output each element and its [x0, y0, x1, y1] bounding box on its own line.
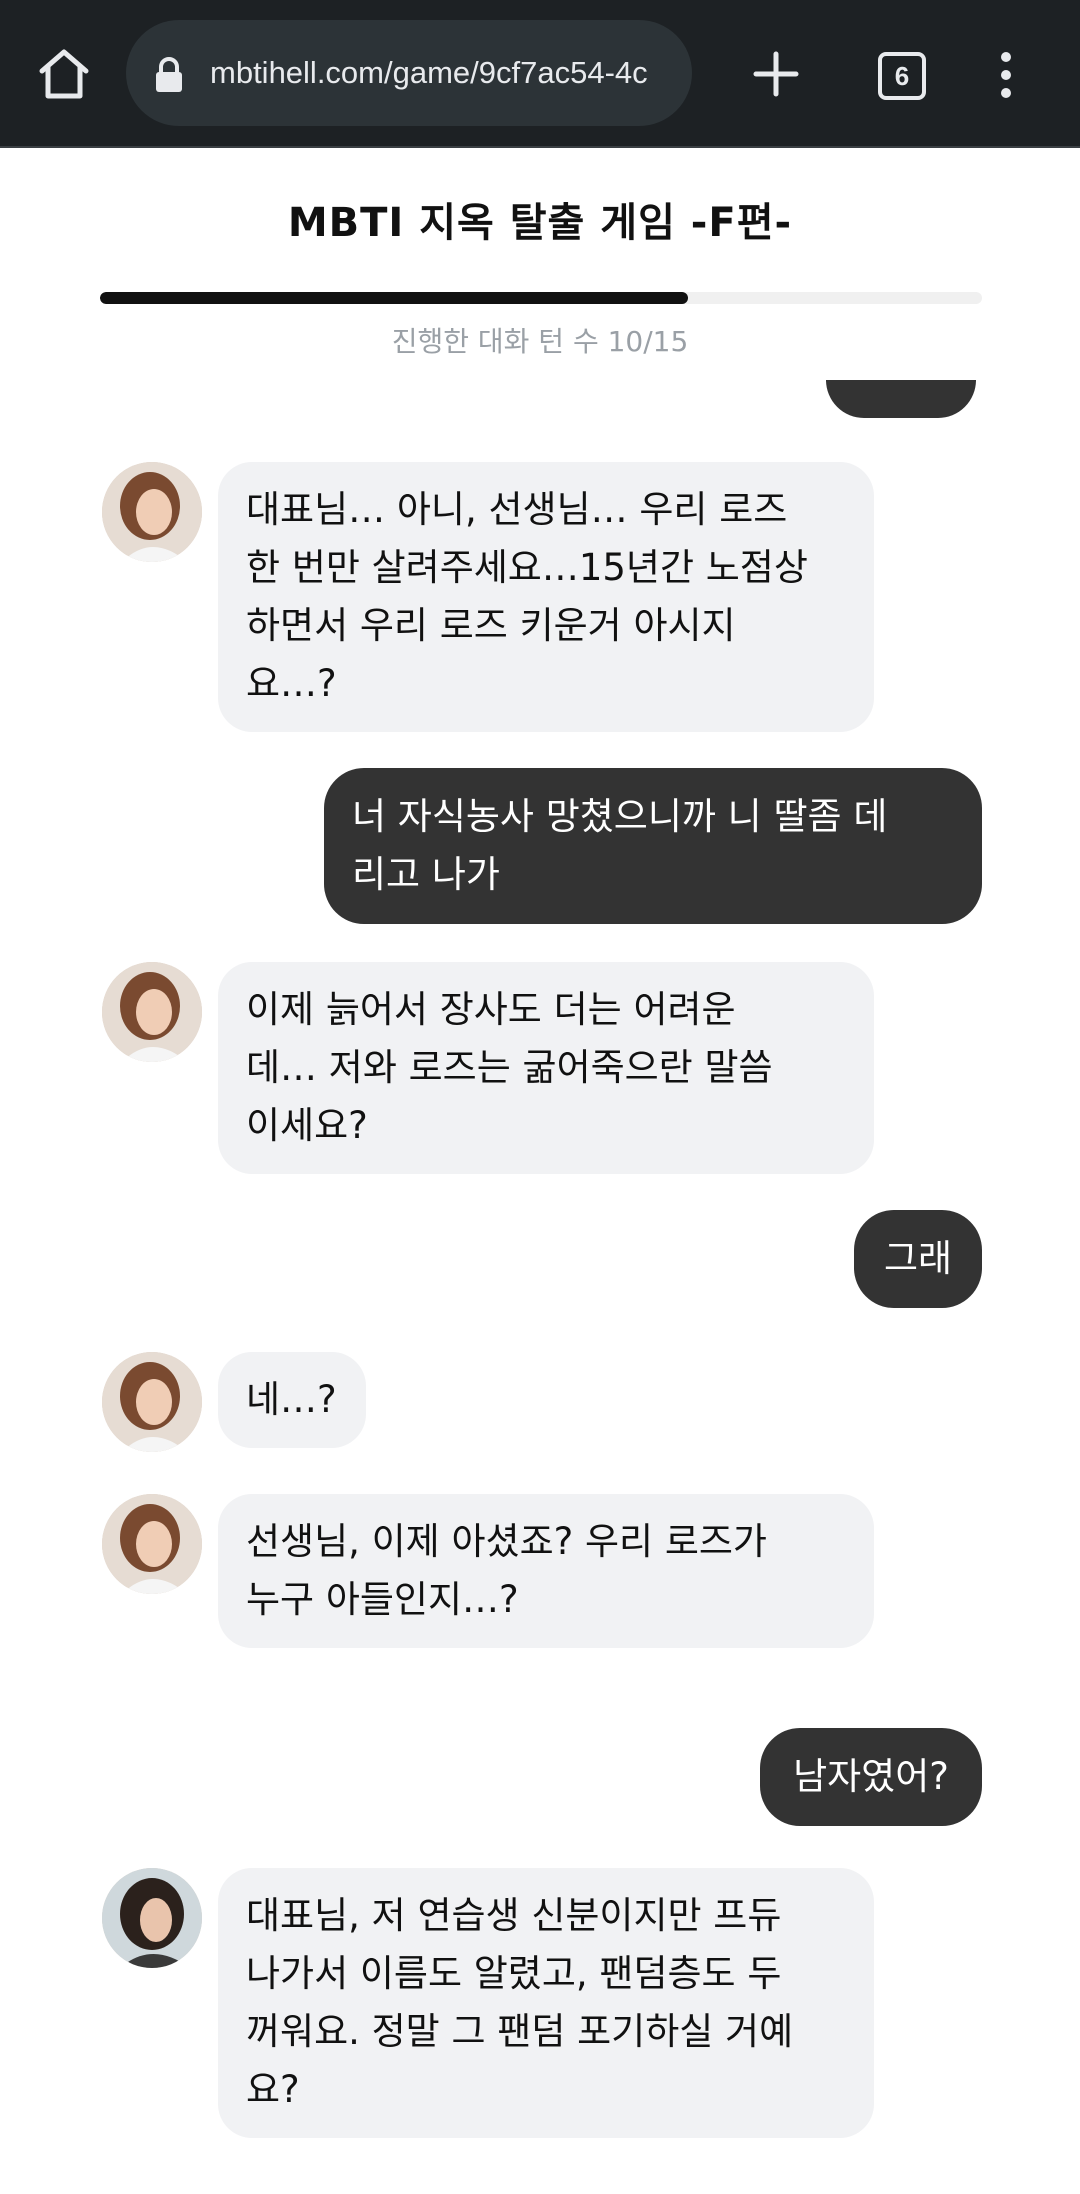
user-message: 너 자식농사 망쳤으니까 니 딸좀 데 리고 나가: [324, 768, 982, 924]
bot-message: 이제 늙어서 장사도 더는 어려운 데… 저와 로즈는 굶어죽으란 말씀 이세요…: [218, 962, 874, 1174]
user-message: 남자였어?: [760, 1728, 982, 1826]
progress-label: 진행한 대화 턴 수 10/15: [391, 325, 689, 358]
avatar[interactable]: [102, 1352, 202, 1452]
chat-log: 대표님… 아니, 선생님… 우리 로즈 한 번만 살려주세요…15년간 노점상 …: [0, 380, 1080, 2194]
bot-message: 대표님… 아니, 선생님… 우리 로즈 한 번만 살려주세요…15년간 노점상 …: [218, 462, 874, 732]
lock-icon: [152, 56, 186, 94]
progress-fill: [100, 292, 688, 304]
bot-message: 선생님, 이제 아셨죠? 우리 로즈가 누구 아들인지…?: [218, 1494, 874, 1648]
more-vert-icon[interactable]: [988, 50, 1024, 100]
avatar-woman-icon: [102, 962, 202, 1062]
previous-user-bubble: [826, 380, 976, 418]
avatar[interactable]: [102, 1868, 202, 1968]
browser-toolbar: mbtihell.com/game/9cf7ac54-4c 6: [0, 0, 1080, 148]
home-icon[interactable]: [28, 44, 100, 104]
plus-icon[interactable]: [752, 50, 800, 98]
user-message: 그래: [854, 1210, 982, 1308]
url-text[interactable]: mbtihell.com/game/9cf7ac54-4c: [210, 20, 670, 126]
avatar-woman-icon: [102, 1352, 202, 1452]
tabs-icon[interactable]: 6: [878, 52, 926, 100]
avatar-woman-icon: [102, 1494, 202, 1594]
url-bar[interactable]: mbtihell.com/game/9cf7ac54-4c: [126, 20, 692, 126]
bot-message: 네…?: [218, 1352, 366, 1448]
toolbar-divider: [0, 146, 1080, 148]
avatar-woman-icon: [102, 1868, 202, 1968]
bot-message: 대표님, 저 연습생 신분이지만 프듀 나가서 이름도 알렸고, 팬덤층도 두 …: [218, 1868, 874, 2138]
avatar[interactable]: [102, 462, 202, 562]
avatar[interactable]: [102, 962, 202, 1062]
avatar-woman-icon: [102, 462, 202, 562]
page-title: MBTI 지옥 탈출 게임 -F편-: [287, 200, 793, 246]
avatar[interactable]: [102, 1494, 202, 1594]
progress-bar: [100, 292, 982, 304]
